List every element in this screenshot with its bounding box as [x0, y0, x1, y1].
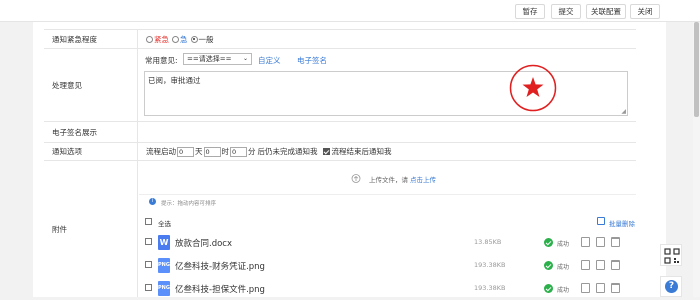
- left-gutter: [0, 22, 33, 297]
- upload-zone[interactable]: 上传文件，请 点击上传: [139, 161, 636, 195]
- urgency-radio-critical[interactable]: [146, 35, 153, 43]
- file-name[interactable]: 亿叁科技-担保文件.png: [175, 283, 265, 295]
- signature-display-label: 电子签名展示: [44, 122, 138, 142]
- top-toolbar: 暂存 提交 关联配置 关闭: [0, 0, 700, 22]
- notify-prefix: 流程启动: [146, 147, 176, 156]
- file-row[interactable]: W 放款合同.docx 13.85KB 成功: [144, 234, 636, 254]
- select-all-label: 全选: [158, 220, 171, 228]
- custom-opinion-link[interactable]: 自定义: [258, 55, 281, 66]
- info-icon: i: [149, 198, 156, 205]
- download-icon[interactable]: [596, 283, 605, 293]
- notify-label: 通知选项: [44, 143, 138, 160]
- qr-code-button[interactable]: [660, 244, 682, 266]
- file-name[interactable]: 亿叁科技-财务凭证.png: [175, 260, 265, 272]
- file-size: 193.38KB: [474, 284, 506, 292]
- batch-delete-link[interactable]: 批量删除: [609, 218, 635, 228]
- notify-row: 通知选项 流程启动 0 天 0 时 0 分 后仍未完成通知我 流程结束后通知我: [44, 143, 636, 161]
- notify-minute-unit: 分: [248, 147, 256, 156]
- batch-delete-icon: [597, 217, 605, 225]
- notify-minute-input[interactable]: 0: [230, 146, 247, 157]
- end-notify-label: 流程结束后通知我: [331, 147, 392, 156]
- preview-icon[interactable]: [581, 260, 590, 270]
- link-config-button[interactable]: 关联配置: [586, 4, 626, 19]
- urgency-option-critical: 紧急: [154, 34, 169, 44]
- qr-code-icon: [664, 248, 680, 264]
- hint-text: 提示：拖动内容可排序: [161, 201, 217, 207]
- signature-display-row: 电子签名展示: [44, 122, 636, 143]
- common-opinion-select-value: ==请选择==: [187, 55, 232, 63]
- urgency-label: 通知紧急程度: [44, 30, 138, 48]
- urgency-row: 通知紧急程度 紧急 急 一般: [44, 29, 636, 49]
- file-checkbox[interactable]: [145, 284, 152, 291]
- download-icon[interactable]: [596, 260, 605, 270]
- file-checkbox[interactable]: [145, 238, 152, 245]
- common-opinion-select[interactable]: ==请选择== ⌄: [183, 53, 252, 65]
- urgency-option-normal: 一般: [198, 34, 214, 44]
- upload-icon: [351, 174, 361, 183]
- file-row[interactable]: PNG 亿叁科技-担保文件.png 193.38KB 成功: [144, 280, 636, 300]
- notify-day-unit: 天: [195, 147, 203, 156]
- notify-hour-unit: 时: [221, 147, 230, 156]
- save-draft-button[interactable]: 暂存: [515, 4, 545, 19]
- file-size: 193.38KB: [474, 261, 506, 269]
- file-size: 13.85KB: [474, 238, 502, 246]
- notify-day-input[interactable]: 0: [177, 146, 194, 157]
- help-icon: ?: [665, 280, 678, 293]
- opinion-row: 处理意见 常用意见: ==请选择== ⌄ 自定义 电子签名 已阅，审批通过 ◢: [44, 49, 636, 122]
- close-button[interactable]: 关闭: [630, 4, 660, 19]
- success-icon: [544, 284, 553, 293]
- upload-link[interactable]: 点击上传: [410, 174, 436, 184]
- image-file-icon: PNG: [158, 281, 170, 296]
- file-status: 成功: [557, 287, 570, 294]
- opinion-label: 处理意见: [44, 49, 138, 121]
- attachments-label: 附件: [44, 161, 138, 297]
- upload-text: 上传文件，请: [369, 176, 408, 184]
- esignature-link[interactable]: 电子签名: [297, 55, 327, 66]
- select-all-checkbox[interactable]: [145, 218, 152, 225]
- urgency-radio-normal[interactable]: [190, 35, 198, 43]
- urgency-option-urgent: 急: [180, 34, 188, 44]
- image-file-icon: PNG: [158, 258, 170, 273]
- urgency-radio-urgent[interactable]: [172, 35, 179, 43]
- success-icon: [544, 238, 553, 247]
- common-opinion-label: 常用意见:: [145, 56, 178, 65]
- file-status: 成功: [557, 241, 570, 248]
- trash-icon[interactable]: [611, 283, 620, 293]
- word-file-icon: W: [158, 235, 170, 250]
- file-status: 成功: [557, 264, 570, 271]
- trash-icon[interactable]: [611, 237, 620, 247]
- file-checkbox[interactable]: [145, 261, 152, 268]
- success-icon: [544, 261, 553, 270]
- end-notify-checkbox[interactable]: [322, 148, 330, 155]
- preview-icon[interactable]: [581, 237, 590, 247]
- opinion-text: 已阅，审批通过: [148, 76, 201, 85]
- notify-suffix: 后仍未完成通知我: [257, 147, 318, 156]
- chevron-down-icon: ⌄: [242, 55, 248, 62]
- submit-button[interactable]: 提交: [551, 4, 581, 19]
- help-button[interactable]: ?: [660, 276, 682, 297]
- file-name[interactable]: 放款合同.docx: [175, 237, 232, 249]
- notify-hour-input[interactable]: 0: [203, 146, 221, 157]
- resize-handle-icon[interactable]: ◢: [621, 108, 626, 115]
- page-scrollbar[interactable]: [693, 22, 700, 297]
- trash-icon[interactable]: [611, 260, 620, 270]
- scrollbar-thumb[interactable]: [694, 22, 699, 117]
- preview-icon[interactable]: [581, 283, 590, 293]
- star-icon: [509, 64, 557, 112]
- download-icon[interactable]: [596, 237, 605, 247]
- file-row[interactable]: PNG 亿叁科技-财务凭证.png 193.38KB 成功: [144, 257, 636, 277]
